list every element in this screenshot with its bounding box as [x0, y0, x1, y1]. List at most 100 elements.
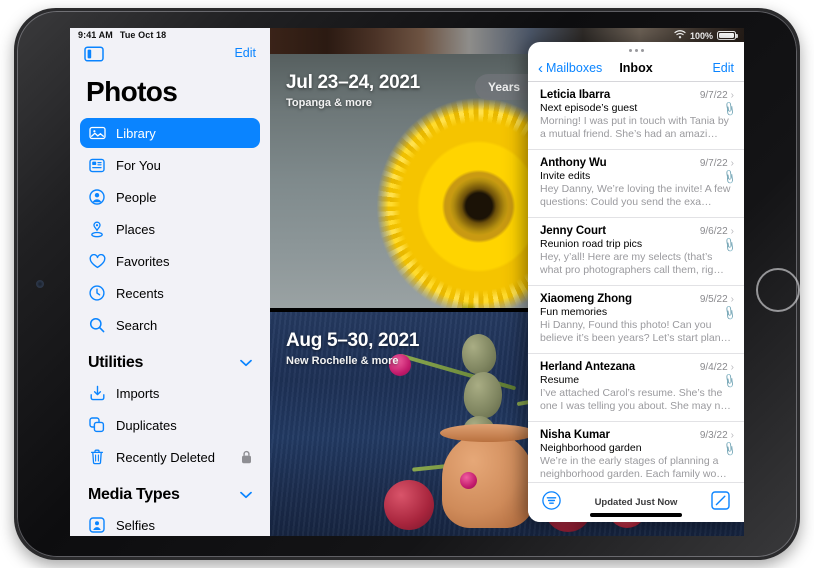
- mail-subject: Next episode’s guest: [540, 102, 734, 114]
- mail-subject: Reunion road trip pics: [540, 238, 734, 250]
- chevron-right-icon: ›: [731, 362, 734, 373]
- mail-update-status: Updated Just Now: [528, 497, 744, 508]
- ipad-screenshot: Jul 23–24, 2021 Topanga & more: [0, 0, 814, 568]
- mail-subject: Fun memories: [540, 306, 734, 318]
- sidebar-item-places[interactable]: Places: [80, 214, 260, 244]
- mail-list-item[interactable]: Anthony Wu 9/7/22 › Invite edits Hey Dan…: [528, 149, 744, 217]
- chevron-right-icon: ›: [731, 90, 734, 101]
- day-label: Aug 5–30, 2021 New Rochelle & more: [286, 330, 419, 367]
- section-title: Media Types: [88, 486, 180, 504]
- mail-preview: Hey, y’all! Here are my selects (that’s …: [540, 251, 734, 277]
- vase: [442, 432, 534, 528]
- grabber-dots-icon[interactable]: [528, 42, 744, 55]
- sidebar-item-imports[interactable]: Imports: [80, 378, 260, 408]
- map-pin-icon: [88, 220, 106, 238]
- mail-subject: Resume: [540, 374, 734, 386]
- clock-icon: [88, 284, 106, 302]
- day-label: Jul 23–24, 2021 Topanga & more: [286, 72, 420, 109]
- chevron-left-icon: ‹: [538, 61, 543, 76]
- sidebar-utilities-list: Imports Duplicates: [70, 378, 270, 472]
- heart-icon: [88, 252, 106, 270]
- mailboxes-back-button[interactable]: ‹ Mailboxes: [538, 61, 602, 76]
- sidebar-item-selfies[interactable]: Selfies: [80, 510, 260, 536]
- mail-footer-toolbar: Updated Just Now: [528, 482, 744, 522]
- vase-rim: [440, 424, 536, 442]
- trash-icon: [88, 448, 106, 466]
- chevron-down-icon[interactable]: [240, 486, 252, 504]
- sidebar-item-label: Library: [116, 126, 156, 141]
- fruit: [384, 480, 434, 530]
- sidebar-item-label: Selfies: [116, 518, 155, 533]
- mail-list-item[interactable]: Herland Antezana 9/4/22 › Resume I’ve at…: [528, 353, 744, 421]
- mail-list-item[interactable]: Nisha Kumar 9/3/22 › Neighborhood garden…: [528, 421, 744, 482]
- mail-list-item[interactable]: Xiaomeng Zhong 9/5/22 › Fun memories Hi …: [528, 285, 744, 353]
- mail-date: 9/6/22: [700, 226, 728, 237]
- sidebar-item-people[interactable]: People: [80, 182, 260, 212]
- chevron-right-icon: ›: [731, 226, 734, 237]
- mail-date: 9/7/22: [700, 158, 728, 169]
- sidebar-item-recently-deleted[interactable]: Recently Deleted: [80, 442, 260, 472]
- mail-preview: We’re in the early stages of planning a …: [540, 455, 734, 481]
- segment-years[interactable]: Years: [477, 76, 531, 98]
- mail-date: 9/5/22: [700, 294, 728, 305]
- mail-date: 9/3/22: [700, 430, 728, 441]
- mail-list-item[interactable]: Jenny Court 9/6/22 › Reunion road trip p…: [528, 217, 744, 285]
- sidebar-section-media-types-header[interactable]: Media Types: [70, 474, 270, 510]
- mail-subject: Neighborhood garden: [540, 442, 734, 454]
- mail-preview: Hi Danny, Found this photo! Can you beli…: [540, 319, 734, 345]
- gesture-indicator-ring: [756, 268, 800, 312]
- sidebar-item-recents[interactable]: Recents: [80, 278, 260, 308]
- sidebar-item-label: Imports: [116, 386, 159, 401]
- lock-icon: [241, 450, 252, 467]
- day-title: Jul 23–24, 2021: [286, 72, 420, 94]
- mail-preview: Morning! I was put in touch with Tania b…: [540, 115, 734, 141]
- sidebar-item-library[interactable]: Library: [80, 118, 260, 148]
- chevron-down-icon[interactable]: [240, 354, 252, 372]
- mail-message-list[interactable]: Leticia Ibarra 9/7/22 › Next episode’s g…: [528, 81, 744, 482]
- page-title: Photos: [86, 76, 270, 108]
- sidebar-item-search[interactable]: Search: [80, 310, 260, 340]
- sidebar-item-favorites[interactable]: Favorites: [80, 246, 260, 276]
- home-indicator[interactable]: [590, 513, 682, 517]
- sidebar-item-duplicates[interactable]: Duplicates: [80, 410, 260, 440]
- sidebar-section-utilities-header[interactable]: Utilities: [70, 342, 270, 378]
- front-camera-icon: [36, 280, 44, 288]
- mail-list-item[interactable]: Leticia Ibarra 9/7/22 › Next episode’s g…: [528, 81, 744, 149]
- photo-library-icon: [88, 124, 106, 142]
- sidebar-item-for-you[interactable]: For You: [80, 150, 260, 180]
- sidebar-edit-button[interactable]: Edit: [234, 46, 256, 60]
- day-subtitle: Topanga & more: [286, 97, 420, 109]
- mail-sender: Anthony Wu: [540, 157, 607, 169]
- mailboxes-back-label: Mailboxes: [546, 61, 602, 75]
- sidebar-primary-list: Library For You: [70, 118, 270, 340]
- section-title: Utilities: [88, 354, 143, 372]
- sidebar-item-label: Duplicates: [116, 418, 177, 433]
- chevron-right-icon: ›: [731, 294, 734, 305]
- sidebar-item-label: Recently Deleted: [116, 450, 215, 465]
- flower-center: [450, 177, 508, 235]
- mail-edit-button[interactable]: Edit: [712, 61, 734, 75]
- selfie-icon: [88, 516, 106, 534]
- mail-sender: Leticia Ibarra: [540, 89, 610, 101]
- sidebar-item-label: Places: [116, 222, 155, 237]
- import-arrow-icon: [88, 384, 106, 402]
- photos-sidebar: Edit Photos Library: [70, 28, 270, 536]
- sidebar-item-label: People: [116, 190, 156, 205]
- mail-sender: Jenny Court: [540, 225, 606, 237]
- mail-date: 9/7/22: [700, 90, 728, 101]
- person-circle-icon: [88, 188, 106, 206]
- sidebar-media-types-list: Selfies Live Photos: [70, 510, 270, 536]
- for-you-icon: [88, 156, 106, 174]
- search-icon: [88, 316, 106, 334]
- mail-preview: I’ve attached Carol’s resume. She’s the …: [540, 387, 734, 413]
- sidebar-toggle-icon[interactable]: [84, 46, 104, 62]
- ipad-screen: Jul 23–24, 2021 Topanga & more: [70, 28, 744, 536]
- day-subtitle: New Rochelle & more: [286, 355, 419, 367]
- chevron-right-icon: ›: [731, 430, 734, 441]
- mail-slide-over-panel: ‹ Mailboxes Inbox Edit Leticia Ibarra 9/…: [528, 42, 744, 522]
- mail-sender: Nisha Kumar: [540, 429, 610, 441]
- sidebar-item-label: Favorites: [116, 254, 169, 269]
- mail-navigation-bar: ‹ Mailboxes Inbox Edit: [528, 55, 744, 81]
- sidebar-item-label: Search: [116, 318, 157, 333]
- mail-preview: Hey Danny, We’re loving the invite! A fe…: [540, 183, 734, 209]
